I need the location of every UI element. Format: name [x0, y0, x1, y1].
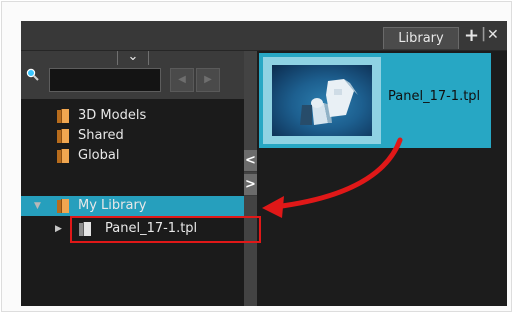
tree-item-shared[interactable]: Shared	[21, 126, 244, 146]
prev-button[interactable]: ◀	[170, 68, 194, 92]
library-panel: Library + | ✕ ⌄ ◀ ▶ 3D Models Shared Glo…	[21, 21, 507, 306]
panel-titlebar: Library + | ✕	[21, 21, 507, 51]
library-toolbar: ⌄ ◀ ▶	[21, 49, 244, 99]
library-folder-icon	[57, 199, 69, 213]
template-label: Panel_17-1.tpl	[388, 89, 481, 104]
search-icon	[26, 68, 39, 81]
add-view-icon[interactable]: +	[464, 25, 479, 46]
template-thumbnail	[272, 65, 372, 136]
close-icon[interactable]: ✕	[487, 27, 499, 43]
search-input[interactable]	[49, 68, 161, 92]
collapse-left-button[interactable]: <	[244, 150, 257, 172]
library-folder-icon	[57, 109, 69, 123]
expand-arrow-icon[interactable]: ▼	[34, 196, 41, 216]
tree-item-global[interactable]: Global	[21, 146, 244, 166]
library-content-pane: Panel_17-1.tpl	[257, 51, 507, 306]
collapse-arrow-icon[interactable]: ▶	[55, 219, 62, 239]
titlebar-separator: |	[481, 26, 487, 42]
tree-item-my-library[interactable]: ▼ My Library	[21, 196, 244, 216]
thumbnail-frame	[263, 57, 381, 144]
tab-library[interactable]: Library	[383, 27, 459, 49]
library-tree-pane: ⌄ ◀ ▶ 3D Models Shared Global ▼ My Libra…	[21, 49, 244, 306]
tree-item-label: My Library	[78, 198, 147, 213]
tree-item-label: Global	[78, 148, 120, 163]
tree-item-label: 3D Models	[78, 108, 147, 123]
next-button[interactable]: ▶	[196, 68, 220, 92]
annotation-highlight-box	[70, 216, 261, 243]
template-item[interactable]: Panel_17-1.tpl	[259, 53, 491, 148]
pane-splitter[interactable]: < >	[244, 51, 257, 306]
library-folder-icon	[57, 149, 69, 163]
menu-toggle-button[interactable]: ⌄	[117, 49, 149, 65]
tree-item-3d-models[interactable]: 3D Models	[21, 106, 244, 126]
collapse-right-button[interactable]: >	[244, 174, 257, 196]
chevron-down-icon: ⌄	[127, 49, 139, 64]
library-folder-icon	[57, 129, 69, 143]
tree-item-label: Shared	[78, 128, 124, 143]
